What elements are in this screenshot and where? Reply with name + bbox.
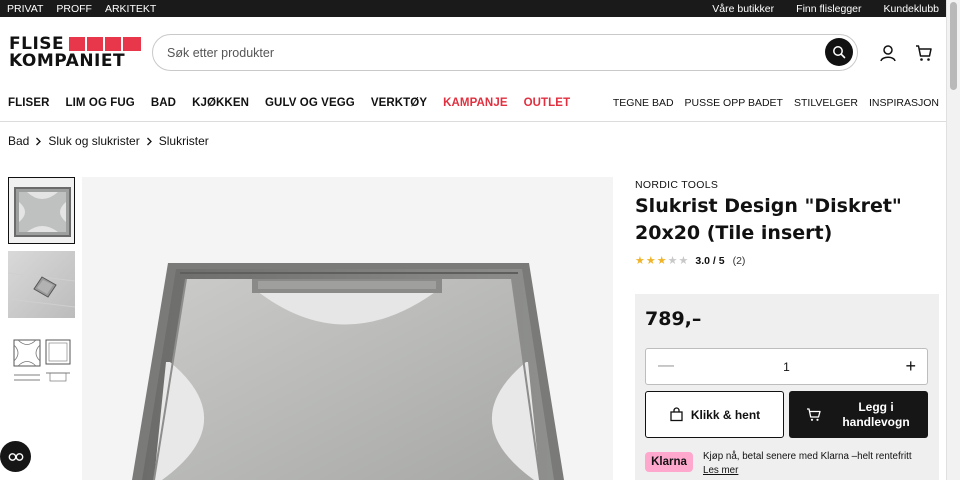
logo-line-2: KOMPANIET — [9, 51, 126, 71]
quantity-stepper: — 1 + — [645, 348, 928, 385]
product-rating[interactable]: ★ ★ ★ ★ ★ 3.0 / 5 (2) — [635, 255, 745, 267]
segment-links: PRIVAT PROFF ARKITEKT — [7, 3, 156, 15]
stores-link[interactable]: Våre butikker — [712, 3, 774, 15]
nav-stilvelger[interactable]: STILVELGER — [794, 97, 858, 109]
klarna-logo: Klarna — [645, 452, 693, 472]
logo[interactable]: FLISE KOMPANIET — [9, 34, 141, 71]
nav-outlet[interactable]: OUTLET — [524, 97, 571, 109]
breadcrumb-item[interactable]: Sluk og slukrister — [48, 134, 139, 148]
search-icon — [833, 46, 846, 59]
cookie-settings-button[interactable] — [0, 441, 31, 472]
search-bar — [152, 34, 858, 71]
cookie-icon — [8, 452, 23, 461]
nav-gulv-og-vegg[interactable]: GULV OG VEGG — [265, 97, 355, 109]
rating-stars: ★ ★ ★ ★ ★ — [635, 254, 689, 267]
segment-link-arkitekt[interactable]: ARKITEKT — [105, 3, 156, 15]
cart-icon — [807, 408, 821, 421]
breadcrumb-item[interactable]: Bad — [8, 134, 29, 148]
cart-icon[interactable] — [914, 43, 934, 63]
nav-kjøkken[interactable]: KJØKKEN — [192, 97, 249, 109]
buy-box: 789,– — 1 + Klikk & hent Legg i handlevo… — [635, 294, 939, 480]
star-icon: ★ — [645, 254, 656, 267]
main-navigation: FLISER LIM OG FUG BAD KJØKKEN GULV OG VEGG VE… — [0, 85, 946, 122]
nav-pusse-opp-badet[interactable]: PUSSE OPP BADET — [685, 97, 783, 109]
click-and-collect-label: Klikk & hent — [690, 407, 761, 422]
nav-verktøy[interactable]: VERKTØY — [371, 97, 427, 109]
quantity-value[interactable]: 1 — [646, 360, 927, 374]
header: FLISE KOMPANIET — [0, 17, 946, 85]
klarna-info: Kjøp nå, betal senere med Klarna –helt r… — [703, 450, 912, 478]
find-tiler-link[interactable]: Finn flislegger — [796, 3, 861, 15]
product-title: Slukrist Design "Diskret" 20x20 (Tile in… — [635, 195, 902, 244]
star-icon: ★ — [667, 254, 678, 267]
nav-fliser[interactable]: FLISER — [8, 97, 50, 109]
product-thumbnail-3[interactable] — [8, 325, 75, 392]
segment-link-privat[interactable]: PRIVAT — [7, 3, 43, 15]
category-nav: FLISER LIM OG FUG BAD KJØKKEN GULV OG VEGG VE… — [8, 97, 570, 109]
logo-mark — [69, 37, 141, 51]
klarna-text: Kjøp nå, betal senere med Klarna –helt r… — [703, 451, 912, 462]
customer-club-link[interactable]: Kundeklubb — [884, 3, 939, 15]
product-price: 789,– — [645, 308, 702, 330]
product-main-image[interactable] — [82, 177, 613, 480]
star-icon: ★ — [678, 254, 689, 267]
rating-count: (2) — [732, 255, 746, 267]
search-button[interactable] — [825, 38, 853, 66]
chevron-right-icon — [146, 137, 152, 145]
nav-kampanje[interactable]: KAMPANJE — [443, 97, 507, 109]
add-to-cart-label: Legg i handlevogn — [842, 399, 910, 429]
utility-links: Våre butikker Finn flislegger Kundeklubb — [712, 3, 939, 15]
breadcrumb-item-current[interactable]: Slukrister — [159, 134, 209, 148]
segment-link-proff[interactable]: PROFF — [56, 3, 92, 15]
product-thumbnail-1[interactable] — [8, 177, 75, 244]
klarna-read-more-link[interactable]: Les mer — [703, 464, 912, 478]
star-icon: ★ — [656, 254, 667, 267]
shopping-bag-icon — [670, 407, 683, 422]
chevron-right-icon — [36, 137, 42, 145]
top-bar: PRIVAT PROFF ARKITEKT Våre butikker Finn… — [0, 0, 946, 17]
nav-inspirasjon[interactable]: INSPIRASJON — [869, 97, 939, 109]
nav-lim-og-fug[interactable]: LIM OG FUG — [66, 97, 135, 109]
page-scrollbar[interactable] — [946, 0, 960, 480]
search-input[interactable] — [167, 45, 807, 60]
secondary-nav: TEGNE BAD PUSSE OPP BADET STILVELGER INS… — [613, 97, 939, 109]
scrollbar-thumb[interactable] — [950, 2, 957, 90]
rating-score: 3.0 / 5 — [695, 255, 725, 267]
nav-tegne-bad[interactable]: TEGNE BAD — [613, 97, 674, 109]
user-icon[interactable] — [878, 43, 898, 63]
add-to-cart-button[interactable]: Legg i handlevogn — [789, 391, 928, 438]
star-icon: ★ — [635, 254, 645, 267]
product-brand[interactable]: NORDIC TOOLS — [635, 179, 718, 191]
click-and-collect-button[interactable]: Klikk & hent — [645, 391, 784, 438]
breadcrumb: Bad Sluk og slukrister Slukrister — [8, 134, 209, 148]
nav-bad[interactable]: BAD — [151, 97, 176, 109]
logo-line-1: FLISE — [9, 34, 65, 54]
product-thumbnail-2[interactable] — [8, 251, 75, 318]
increase-quantity-button[interactable]: + — [905, 356, 916, 377]
